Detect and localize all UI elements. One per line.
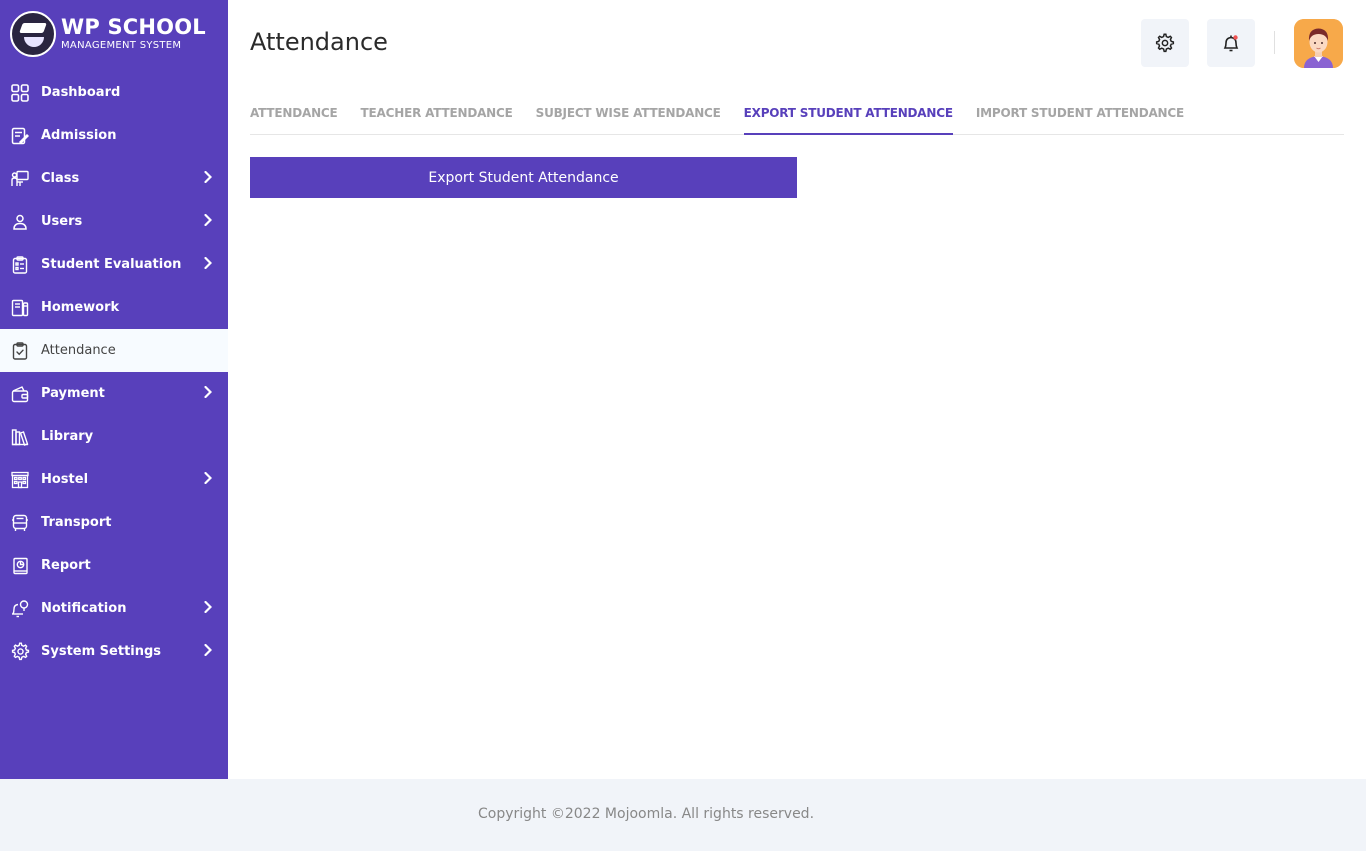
notification-button[interactable] <box>1207 19 1255 67</box>
school-logo-icon <box>10 11 56 57</box>
sidebar: WP SCHOOL MANAGEMENT SYSTEM Dashboard Ad… <box>0 0 228 779</box>
tab-export-student-attendance[interactable]: EXPORT STUDENT ATTENDANCE <box>743 104 953 135</box>
avatar[interactable] <box>1294 19 1343 68</box>
sidebar-item-system-settings[interactable]: System Settings <box>0 630 228 673</box>
bell-pin-icon <box>10 599 30 619</box>
edit-document-icon <box>10 126 30 146</box>
books-icon <box>10 427 30 447</box>
building-icon <box>10 470 30 490</box>
logo-text: WP SCHOOL MANAGEMENT SYSTEM <box>61 17 206 51</box>
sidebar-item-report[interactable]: Report <box>0 544 228 587</box>
sidebar-item-label: Admission <box>41 128 117 143</box>
sidebar-item-student-evaluation[interactable]: Student Evaluation <box>0 243 228 286</box>
sidebar-item-label: Users <box>41 214 83 229</box>
sidebar-item-homework[interactable]: Homework <box>0 286 228 329</box>
sidebar-item-payment[interactable]: Payment <box>0 372 228 415</box>
chevron-right-icon <box>204 257 212 269</box>
sidebar-item-library[interactable]: Library <box>0 415 228 458</box>
chevron-right-icon <box>204 214 212 226</box>
sidebar-item-dashboard[interactable]: Dashboard <box>0 71 228 114</box>
chevron-right-icon <box>204 644 212 656</box>
sidebar-item-notification[interactable]: Notification <box>0 587 228 630</box>
copyright-text: Copyright ©2022 Mojoomla. All rights res… <box>478 806 815 822</box>
grid-icon <box>10 83 30 103</box>
sidebar-item-hostel[interactable]: Hostel <box>0 458 228 501</box>
sidebar-item-label: Dashboard <box>41 85 121 100</box>
sidebar-item-admission[interactable]: Admission <box>0 114 228 157</box>
logo-title: WP SCHOOL <box>61 15 206 39</box>
user-icon <box>10 212 30 232</box>
bus-icon <box>10 513 30 533</box>
gear-icon <box>1155 33 1175 53</box>
sidebar-item-class[interactable]: Class <box>0 157 228 200</box>
sidebar-nav: Dashboard Admission Class Users Student … <box>0 71 228 673</box>
chevron-right-icon <box>204 601 212 613</box>
sidebar-item-label: Hostel <box>41 472 89 487</box>
sidebar-item-label: System Settings <box>41 644 162 659</box>
app-logo[interactable]: WP SCHOOL MANAGEMENT SYSTEM <box>10 11 206 57</box>
chevron-right-icon <box>204 472 212 484</box>
homework-book-icon <box>10 298 30 318</box>
sidebar-item-label: Payment <box>41 386 105 401</box>
tab-subject-wise-attendance[interactable]: SUBJECT WISE ATTENDANCE <box>536 104 721 135</box>
settings-button[interactable] <box>1141 19 1189 67</box>
sidebar-item-label: Library <box>41 429 94 444</box>
sidebar-item-label: Attendance <box>41 343 116 358</box>
tab-attendance[interactable]: ATTENDANCE <box>250 104 338 135</box>
wallet-icon <box>10 384 30 404</box>
sidebar-item-users[interactable]: Users <box>0 200 228 243</box>
sidebar-item-label: Transport <box>41 515 112 530</box>
sidebar-item-label: Student Evaluation <box>41 257 182 272</box>
clipboard-list-icon <box>10 255 30 275</box>
chevron-right-icon <box>204 386 212 398</box>
clipboard-check-icon <box>10 341 30 361</box>
bell-icon <box>1223 35 1239 52</box>
sidebar-item-label: Homework <box>41 300 120 315</box>
sidebar-item-label: Class <box>41 171 80 186</box>
footer: Copyright ©2022 Mojoomla. All rights res… <box>0 779 1366 851</box>
sidebar-item-transport[interactable]: Transport <box>0 501 228 544</box>
sidebar-item-label: Report <box>41 558 91 573</box>
chevron-right-icon <box>204 171 212 183</box>
tab-import-student-attendance[interactable]: IMPORT STUDENT ATTENDANCE <box>976 104 1184 135</box>
page-title: Attendance <box>250 28 388 56</box>
header-divider <box>1274 31 1275 54</box>
gear-icon <box>10 642 30 662</box>
sidebar-item-label: Notification <box>41 601 127 616</box>
sidebar-item-attendance[interactable]: Attendance <box>0 329 228 372</box>
report-icon <box>10 556 30 576</box>
tab-bar: ATTENDANCE TEACHER ATTENDANCE SUBJECT WI… <box>250 104 1344 135</box>
user-avatar-icon <box>1294 19 1343 68</box>
tab-teacher-attendance[interactable]: TEACHER ATTENDANCE <box>361 104 513 135</box>
classroom-icon <box>10 169 30 189</box>
logo-subtitle: MANAGEMENT SYSTEM <box>61 40 182 51</box>
export-student-attendance-button[interactable]: Export Student Attendance <box>250 157 797 198</box>
